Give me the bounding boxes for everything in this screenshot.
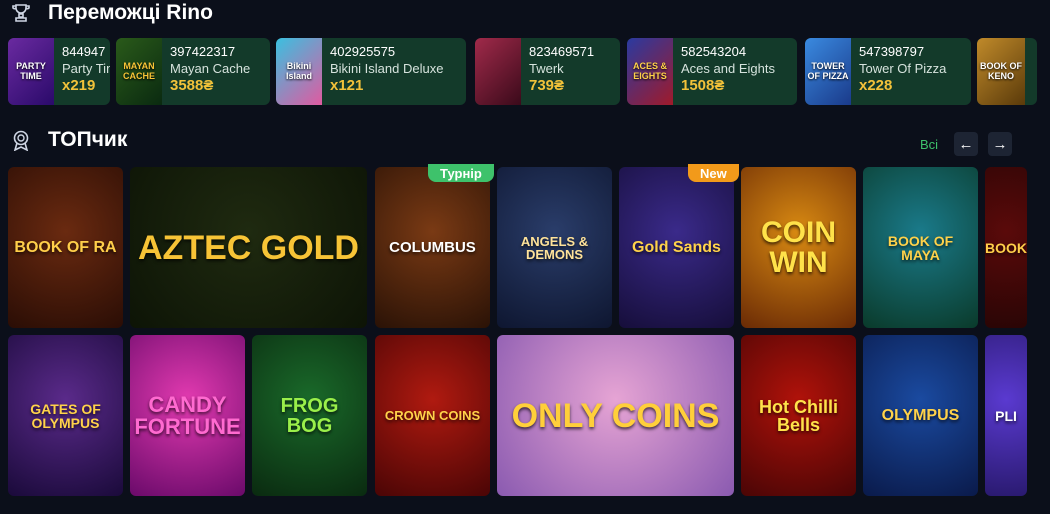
arrow-right-icon[interactable]: →: [988, 132, 1012, 156]
winner-card[interactable]: 823469571 Twerk 739₴: [475, 38, 620, 105]
game-thumbnail: PARTY TIME: [8, 38, 54, 105]
game-tile[interactable]: BOOK OF RA: [8, 167, 123, 328]
winner-id: 547398797: [859, 44, 925, 59]
game-tile[interactable]: CANDY FORTUNE: [130, 335, 245, 496]
winner-card[interactable]: Bikini Island 402925575 Bikini Island De…: [276, 38, 466, 105]
winner-id: 823469571: [529, 44, 595, 59]
game-tile[interactable]: PLI: [985, 335, 1027, 496]
tournament-badge: Турнір: [428, 164, 494, 182]
game-title: BOOK OF RA: [14, 238, 117, 256]
game-tile[interactable]: AZTEC GOLD: [130, 167, 367, 328]
winner-game: Party Tim: [62, 61, 110, 76]
game-thumbnail: BOOK OF KENO: [977, 38, 1025, 105]
game-thumbnail: [475, 38, 521, 105]
winner-game: Twerk: [529, 61, 564, 76]
game-thumbnail: MAYAN CACHE: [116, 38, 162, 105]
game-title: OLYMPUS: [881, 406, 960, 424]
game-thumbnail: ACES & EIGHTS: [627, 38, 673, 105]
game-title: COIN WIN: [761, 215, 836, 279]
top-games-header: ТОПчик: [10, 128, 127, 152]
game-tile[interactable]: OLYMPUS: [863, 335, 978, 496]
winner-card[interactable]: ACES & EIGHTS 582543204 Aces and Eights …: [627, 38, 797, 105]
game-tile[interactable]: GATES OF OLYMPUS: [8, 335, 123, 496]
winners-header: Переможці Rino: [10, 1, 213, 25]
winner-card[interactable]: BOOK OF KENO: [977, 38, 1037, 105]
game-title: GATES OF OLYMPUS: [30, 400, 101, 431]
game-tile[interactable]: ANGELS & DEMONS: [497, 167, 612, 328]
game-title: COLUMBUS: [389, 239, 476, 256]
game-title: CROWN COINS: [384, 408, 481, 423]
winner-amount: 739₴: [529, 77, 565, 94]
game-thumbnail: TOWER OF PIZZA: [805, 38, 851, 105]
top-games-title: ТОПчик: [48, 128, 128, 151]
winner-amount: x219: [62, 77, 96, 94]
new-badge: New: [688, 164, 739, 182]
winner-card[interactable]: TOWER OF PIZZA 547398797 Tower Of Pizza …: [805, 38, 971, 105]
winner-id: 582543204: [681, 44, 747, 59]
winner-amount: 3588₴: [170, 77, 214, 94]
medal-icon: [10, 129, 32, 151]
game-tile[interactable]: CROWN COINS: [375, 335, 490, 496]
game-title: ANGELS & DEMONS: [520, 233, 589, 262]
game-title: Hot Chilli Bells: [759, 396, 838, 435]
winners-title: Переможці Rino: [48, 1, 213, 24]
winner-game: Mayan Cache: [170, 61, 251, 76]
winner-id: 402925575: [330, 44, 396, 59]
winner-game: Tower Of Pizza: [859, 61, 947, 76]
winner-id: 397422317: [170, 44, 236, 59]
winner-game: Bikini Island Deluxe: [330, 61, 444, 76]
game-tile[interactable]: BOOK: [985, 167, 1027, 328]
carousel-controls: Всі ← →: [920, 132, 1012, 156]
game-tile[interactable]: FROG BOG: [252, 335, 367, 496]
game-title: AZTEC GOLD: [138, 228, 359, 267]
winner-amount: x121: [330, 77, 364, 94]
trophy-icon: [10, 2, 32, 24]
game-tile[interactable]: BOOK OF MAYA: [863, 167, 978, 328]
game-tile[interactable]: COIN WIN: [741, 167, 856, 328]
game-title: Gold Sands: [632, 238, 721, 256]
game-tile[interactable]: COLUMBUS: [375, 167, 490, 328]
game-thumbnail: Bikini Island: [276, 38, 322, 105]
game-tile[interactable]: Gold Sands: [619, 167, 734, 328]
winner-card[interactable]: MAYAN CACHE 397422317 Mayan Cache 3588₴: [116, 38, 270, 105]
see-all-link[interactable]: Всі: [920, 137, 938, 152]
game-title: BOOK OF MAYA: [887, 232, 954, 263]
game-title: BOOK: [985, 239, 1027, 256]
game-title: PLI: [995, 407, 1017, 424]
winners-strip: PARTY TIME 844947 Party Tim x219 MAYAN C…: [8, 38, 1050, 106]
winner-card[interactable]: PARTY TIME 844947 Party Tim x219: [8, 38, 110, 105]
game-tile[interactable]: Hot Chilli Bells: [741, 335, 856, 496]
game-title: CANDY FORTUNE: [134, 391, 241, 439]
game-title: ONLY COINS: [511, 396, 720, 435]
winner-amount: 1508₴: [681, 77, 725, 94]
winner-amount: x228: [859, 77, 893, 94]
arrow-left-icon[interactable]: ←: [954, 132, 978, 156]
winner-id: 844947: [62, 44, 106, 59]
game-tile[interactable]: ONLY COINS: [497, 335, 734, 496]
game-title: FROG BOG: [280, 394, 339, 437]
winner-game: Aces and Eights: [681, 61, 775, 76]
